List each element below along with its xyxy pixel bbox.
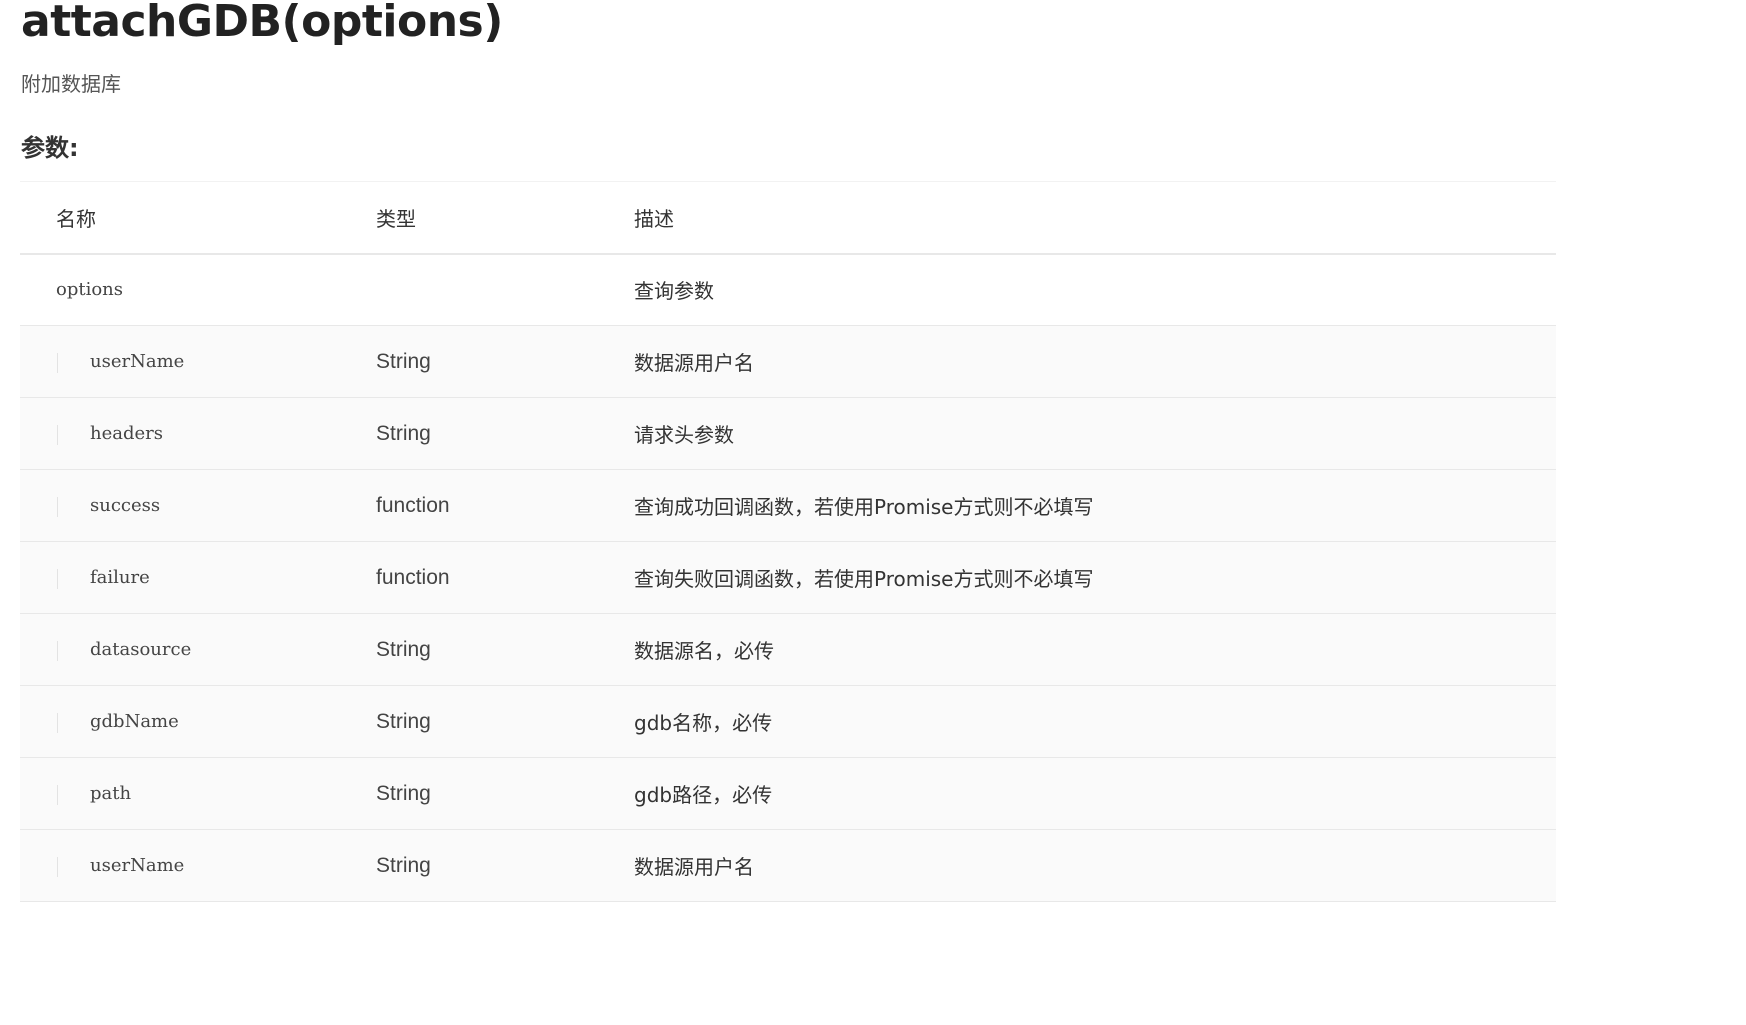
param-type: String [376, 709, 431, 733]
param-type: function [376, 565, 450, 589]
param-type: String [376, 781, 431, 805]
page-title: attachGDB(options) [21, 0, 503, 47]
tree-indent-line [57, 641, 58, 661]
param-name: gdbName [90, 711, 179, 732]
param-type: String [376, 349, 431, 373]
param-name-cell: userName [20, 326, 376, 398]
param-name: failure [90, 567, 150, 588]
table-row: path String gdb路径，必传 [20, 757, 1556, 830]
column-header-desc: 描述 [634, 206, 674, 231]
param-type: function [376, 493, 450, 517]
column-header-name: 名称 [56, 206, 96, 231]
param-name: userName [90, 351, 185, 372]
tree-indent-line [57, 569, 58, 589]
param-name: options [56, 279, 124, 301]
params-table: 名称 类型 描述 options 查询参数 userName String 数据… [20, 181, 1556, 902]
column-header-type: 类型 [376, 206, 416, 231]
param-name-cell: userName [20, 830, 376, 902]
table-row: datasource String 数据源名，必传 [20, 613, 1556, 686]
param-description: 数据源用户名 [634, 351, 754, 375]
param-description: 查询失败回调函数，若使用Promise方式则不必填写 [634, 567, 1094, 591]
table-header: 名称 类型 描述 [20, 181, 1556, 254]
param-name-cell: failure [20, 542, 376, 614]
tree-indent-line [57, 857, 58, 877]
param-name: userName [90, 855, 185, 876]
tree-indent-line [57, 353, 58, 373]
param-name: headers [90, 423, 163, 444]
param-type: String [376, 637, 431, 661]
tree-indent-line [57, 497, 58, 517]
param-type [376, 254, 634, 326]
table-row: options 查询参数 [20, 253, 1556, 326]
param-description: 查询参数 [634, 279, 714, 304]
page-description: 附加数据库 [21, 72, 121, 96]
param-name-cell: path [20, 758, 376, 830]
table-row: gdbName String gdb名称，必传 [20, 685, 1556, 758]
table-row: userName String 数据源用户名 [20, 325, 1556, 398]
table-row: headers String 请求头参数 [20, 397, 1556, 470]
param-description: 查询成功回调函数，若使用Promise方式则不必填写 [634, 495, 1094, 519]
param-type: String [376, 421, 431, 445]
tree-indent-line [57, 713, 58, 733]
param-name-cell: datasource [20, 614, 376, 686]
table-row: failure function 查询失败回调函数，若使用Promise方式则不… [20, 541, 1556, 614]
params-table-container: 名称 类型 描述 options 查询参数 userName String 数据… [20, 181, 1556, 902]
param-name: success [90, 495, 161, 516]
header-row: 名称 类型 描述 [20, 181, 1556, 254]
tree-indent-line [57, 425, 58, 445]
param-name-cell: gdbName [20, 686, 376, 758]
param-name-cell: success [20, 470, 376, 542]
param-description: 数据源用户名 [634, 855, 754, 879]
table-row: success function 查询成功回调函数，若使用Promise方式则不… [20, 469, 1556, 542]
table-row: userName String 数据源用户名 [20, 829, 1556, 902]
param-description: gdb名称，必传 [634, 711, 773, 735]
param-description: 数据源名，必传 [634, 639, 774, 663]
param-type: String [376, 853, 431, 877]
tree-indent-line [57, 785, 58, 805]
param-name: datasource [90, 639, 192, 660]
param-description: gdb路径，必传 [634, 783, 773, 807]
table-body: options 查询参数 userName String 数据源用户名 head… [20, 253, 1556, 902]
param-name: path [90, 783, 132, 804]
params-heading: 参数: [21, 134, 79, 162]
param-description: 请求头参数 [634, 423, 734, 447]
param-name-cell: headers [20, 398, 376, 470]
